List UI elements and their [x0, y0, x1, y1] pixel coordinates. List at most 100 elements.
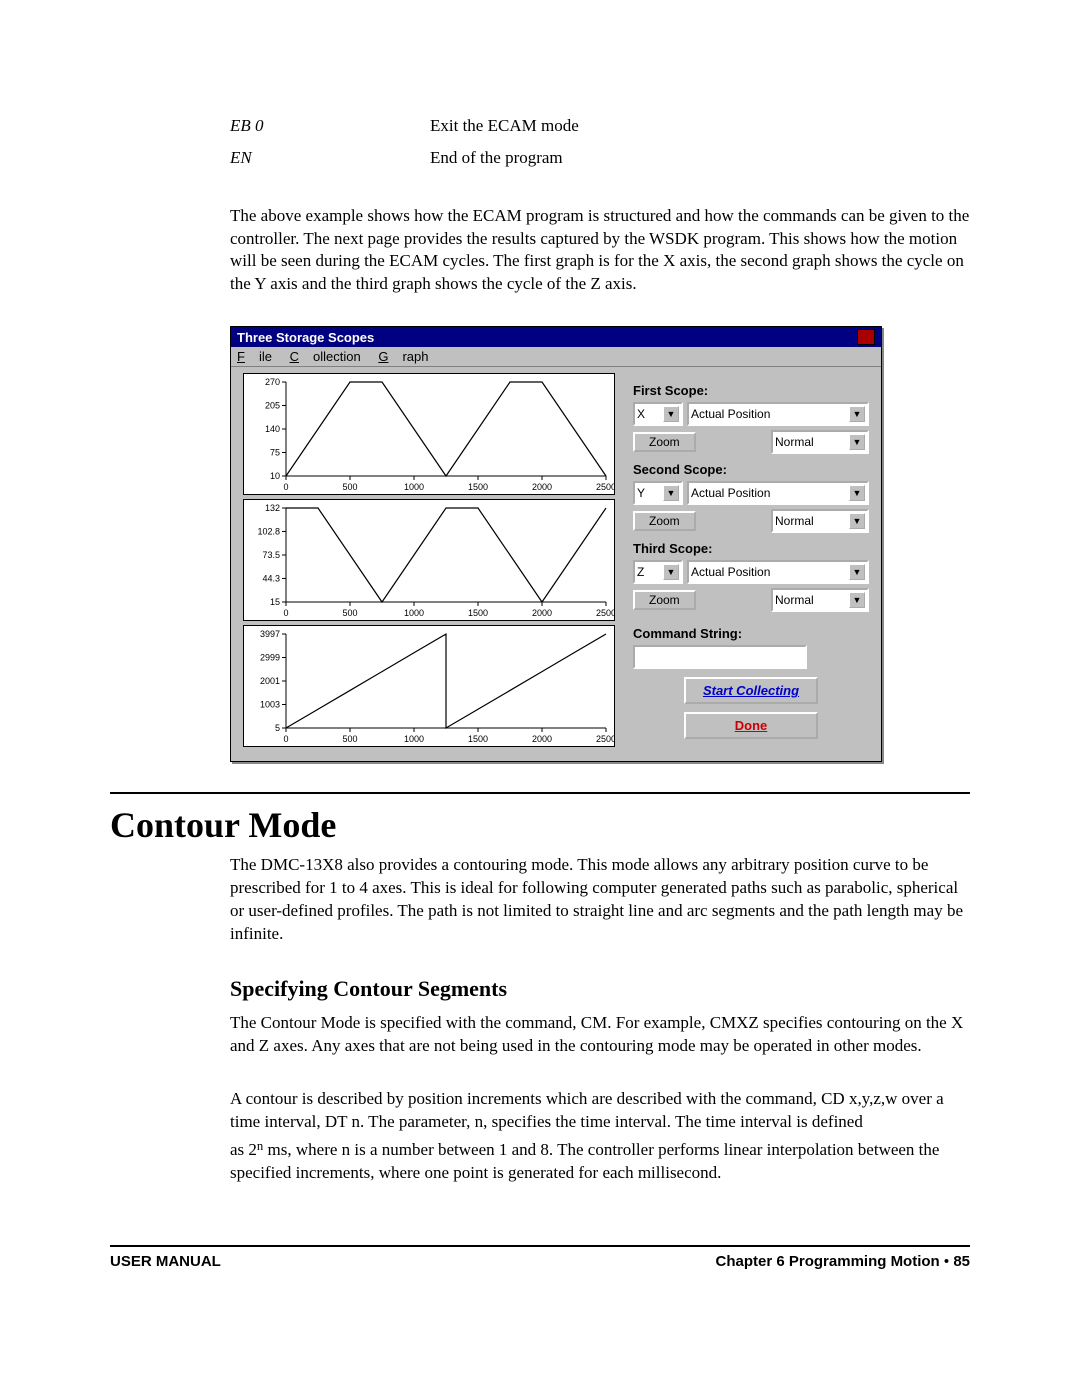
- scope-label: First Scope:: [633, 383, 869, 398]
- data-type-select[interactable]: Actual Position ▼: [687, 560, 869, 584]
- svg-text:75: 75: [270, 448, 280, 458]
- svg-text:2000: 2000: [532, 734, 552, 744]
- wsdk-side-panel: First Scope: X ▼ Actual Position ▼ Zoom: [633, 373, 869, 747]
- contour-cd-paragraph: A contour is described by position incre…: [230, 1088, 970, 1134]
- chevron-down-icon: ▼: [663, 564, 679, 580]
- svg-text:44.3: 44.3: [262, 574, 280, 584]
- command-string-label: Command String:: [633, 626, 869, 641]
- wsdk-charts-column: 107514020527005001000150020002500 1544.3…: [243, 373, 615, 747]
- svg-text:1500: 1500: [468, 608, 488, 618]
- chevron-down-icon: ▼: [849, 513, 865, 529]
- chevron-down-icon: ▼: [849, 434, 865, 450]
- svg-text:1000: 1000: [404, 608, 424, 618]
- table-row: EN End of the program: [230, 142, 970, 174]
- svg-text:2000: 2000: [532, 482, 552, 492]
- ecam-command-table: EB 0 Exit the ECAM mode EN End of the pr…: [230, 110, 970, 175]
- svg-text:1500: 1500: [468, 482, 488, 492]
- zoom-button[interactable]: Zoom: [633, 590, 696, 610]
- mode-value: Normal: [775, 514, 814, 528]
- svg-text:10: 10: [270, 471, 280, 481]
- axis-select[interactable]: Z ▼: [633, 560, 683, 584]
- data-type-select[interactable]: Actual Position ▼: [687, 481, 869, 505]
- wsdk-window: Three Storage Scopes File Collection Gra…: [230, 326, 882, 762]
- svg-text:102.8: 102.8: [257, 527, 280, 537]
- footer-left: USER MANUAL: [110, 1253, 221, 1270]
- wsdk-menubar: File Collection Graph: [231, 347, 881, 367]
- data-type-value: Actual Position: [691, 486, 770, 500]
- svg-text:132: 132: [265, 503, 280, 513]
- svg-text:2500: 2500: [596, 482, 615, 492]
- chevron-down-icon: ▼: [849, 564, 865, 580]
- menu-graph[interactable]: Graph: [378, 349, 428, 364]
- contour-cm-paragraph: The Contour Mode is specified with the c…: [230, 1012, 970, 1058]
- axis-select[interactable]: Y ▼: [633, 481, 683, 505]
- desc-cell: End of the program: [430, 142, 563, 174]
- mode-value: Normal: [775, 593, 814, 607]
- footer-right: Chapter 6 Programming Motion • 85: [716, 1253, 970, 1270]
- wsdk-title: Three Storage Scopes: [237, 330, 374, 345]
- chevron-down-icon: ▼: [849, 485, 865, 501]
- svg-text:500: 500: [342, 608, 357, 618]
- svg-text:1003: 1003: [260, 700, 280, 710]
- start-collecting-button[interactable]: Start Collecting: [684, 677, 818, 704]
- scope-label: Third Scope:: [633, 541, 869, 556]
- contour-overview-paragraph: The DMC-13X8 also provides a contouring …: [230, 854, 970, 946]
- svg-text:2500: 2500: [596, 734, 615, 744]
- axis-select-value: Y: [637, 486, 645, 500]
- footer-divider: [110, 1245, 970, 1247]
- svg-text:0: 0: [283, 734, 288, 744]
- section-heading-contour-mode: Contour Mode: [110, 804, 970, 846]
- table-row: EB 0 Exit the ECAM mode: [230, 110, 970, 142]
- menu-file[interactable]: File: [237, 349, 272, 364]
- cmd-cell: EN: [230, 142, 430, 174]
- svg-text:2000: 2000: [532, 608, 552, 618]
- mode-select[interactable]: Normal ▼: [771, 430, 869, 454]
- svg-text:270: 270: [265, 377, 280, 387]
- svg-text:1000: 1000: [404, 482, 424, 492]
- scope-label: Second Scope:: [633, 462, 869, 477]
- done-button[interactable]: Done: [684, 712, 818, 739]
- axis-select[interactable]: X ▼: [633, 402, 683, 426]
- svg-text:2500: 2500: [596, 608, 615, 618]
- chevron-down-icon: ▼: [663, 485, 679, 501]
- svg-text:0: 0: [283, 608, 288, 618]
- subheading-specifying-contour-segments: Specifying Contour Segments: [230, 976, 970, 1002]
- zoom-button[interactable]: Zoom: [633, 432, 696, 452]
- mode-select[interactable]: Normal ▼: [771, 509, 869, 533]
- chart-z-axis: 5100320012999399705001000150020002500: [243, 625, 615, 747]
- data-type-select[interactable]: Actual Position ▼: [687, 402, 869, 426]
- data-type-value: Actual Position: [691, 565, 770, 579]
- svg-text:0: 0: [283, 482, 288, 492]
- desc-cell: Exit the ECAM mode: [430, 110, 579, 142]
- chart-y-axis: 15 44.3 73.5 102.8 132 0 500 1000 1500 2000 2500: [243, 499, 615, 621]
- svg-text:500: 500: [342, 482, 357, 492]
- zoom-button[interactable]: Zoom: [633, 511, 696, 531]
- svg-text:140: 140: [265, 424, 280, 434]
- axis-select-value: Z: [637, 565, 644, 579]
- svg-text:3997: 3997: [260, 629, 280, 639]
- ecam-intro-paragraph: The above example shows how the ECAM pro…: [230, 205, 970, 297]
- svg-text:15: 15: [270, 597, 280, 607]
- contour-interval-paragraph: as 2n ms, where n is a number between 1 …: [230, 1138, 970, 1185]
- svg-text:1500: 1500: [468, 734, 488, 744]
- svg-text:500: 500: [342, 734, 357, 744]
- menu-collection[interactable]: Collection: [290, 349, 361, 364]
- svg-text:73.5: 73.5: [262, 550, 280, 560]
- page-footer: USER MANUAL Chapter 6 Programming Motion…: [110, 1253, 970, 1270]
- svg-text:1000: 1000: [404, 734, 424, 744]
- axis-select-value: X: [637, 407, 645, 421]
- cmd-cell: EB 0: [230, 110, 430, 142]
- wsdk-titlebar: Three Storage Scopes: [231, 327, 881, 347]
- data-type-value: Actual Position: [691, 407, 770, 421]
- mode-value: Normal: [775, 435, 814, 449]
- chevron-down-icon: ▼: [663, 406, 679, 422]
- mode-select[interactable]: Normal ▼: [771, 588, 869, 612]
- chevron-down-icon: ▼: [849, 592, 865, 608]
- svg-text:5: 5: [275, 723, 280, 733]
- section-divider: [110, 792, 970, 794]
- window-control-icon[interactable]: [857, 329, 875, 345]
- svg-text:205: 205: [265, 401, 280, 411]
- command-string-input[interactable]: [633, 645, 807, 669]
- chart-x-axis: 10 75 140 205 270 0 500 1000 1500 2000 2500: [243, 373, 615, 495]
- chevron-down-icon: ▼: [849, 406, 865, 422]
